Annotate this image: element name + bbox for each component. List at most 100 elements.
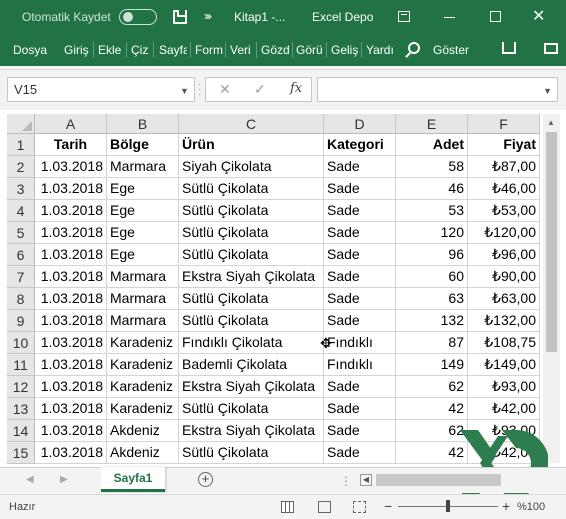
- row-header[interactable]: 3: [7, 178, 35, 200]
- table-cell[interactable]: Karadeniz: [107, 398, 179, 420]
- table-cell[interactable]: 120: [396, 222, 468, 244]
- tab-ciz[interactable]: Çiz: [131, 43, 148, 57]
- comments-icon[interactable]: [544, 43, 558, 54]
- row-header[interactable]: 11: [7, 354, 35, 376]
- table-cell[interactable]: 42: [396, 398, 468, 420]
- row-header[interactable]: 6: [7, 244, 35, 266]
- table-cell[interactable]: Ekstra Siyah Çikolata: [179, 266, 324, 288]
- tab-sayfa-duzeni[interactable]: Sayfa: [159, 43, 187, 57]
- table-cell[interactable]: Fındıklı: [324, 354, 396, 376]
- table-cell[interactable]: Sütlü Çikolata: [179, 288, 324, 310]
- table-cell[interactable]: 1.03.2018: [35, 288, 107, 310]
- table-cell[interactable]: 46: [396, 178, 468, 200]
- table-cell[interactable]: Sade: [324, 310, 396, 332]
- table-cell[interactable]: ₺120,00: [468, 222, 540, 244]
- sheet-next-icon[interactable]: ▶: [60, 474, 68, 485]
- table-cell[interactable]: Sütlü Çikolata: [179, 200, 324, 222]
- table-cell[interactable]: 62: [396, 376, 468, 398]
- scrollbar-thumb[interactable]: [546, 132, 557, 352]
- formula-input[interactable]: ▼: [317, 77, 558, 102]
- vertical-scrollbar[interactable]: ▲: [543, 114, 560, 463]
- share-icon[interactable]: [502, 42, 516, 54]
- minimize-icon[interactable]: [444, 17, 455, 18]
- table-cell[interactable]: Sütlü Çikolata: [179, 442, 324, 464]
- column-header-c[interactable]: C: [179, 114, 324, 134]
- table-cell[interactable]: Sütlü Çikolata: [179, 222, 324, 244]
- table-cell[interactable]: ₺42,00: [468, 398, 540, 420]
- table-cell[interactable]: Sütlü Çikolata: [179, 310, 324, 332]
- table-cell[interactable]: Marmara: [107, 266, 179, 288]
- tab-giris[interactable]: Giriş: [64, 43, 89, 57]
- table-cell[interactable]: Sade: [324, 266, 396, 288]
- table-cell[interactable]: Marmara: [107, 156, 179, 178]
- table-cell[interactable]: ₺87,00: [468, 156, 540, 178]
- table-cell[interactable]: Marmara: [107, 288, 179, 310]
- header-cell[interactable]: Kategori: [324, 134, 396, 156]
- table-cell[interactable]: Sade: [324, 222, 396, 244]
- row-header[interactable]: 7: [7, 266, 35, 288]
- table-cell[interactable]: ₺132,00: [468, 310, 540, 332]
- table-cell[interactable]: 1.03.2018: [35, 310, 107, 332]
- save-icon[interactable]: [173, 10, 187, 24]
- table-cell[interactable]: 1.03.2018: [35, 222, 107, 244]
- table-cell[interactable]: 1.03.2018: [35, 266, 107, 288]
- table-cell[interactable]: ₺93,00: [468, 376, 540, 398]
- table-cell[interactable]: Ekstra Siyah Çikolata: [179, 420, 324, 442]
- table-cell[interactable]: Fındıklı Çikolata: [179, 332, 324, 354]
- row-header[interactable]: 14: [7, 420, 35, 442]
- table-cell[interactable]: 1.03.2018: [35, 398, 107, 420]
- table-cell[interactable]: 53: [396, 200, 468, 222]
- row-header[interactable]: 2: [7, 156, 35, 178]
- column-header-b[interactable]: B: [107, 114, 179, 134]
- table-cell[interactable]: ₺90,00: [468, 266, 540, 288]
- table-cell[interactable]: 96: [396, 244, 468, 266]
- tab-gorunum[interactable]: Görü: [296, 43, 323, 57]
- table-cell[interactable]: 1.03.2018: [35, 354, 107, 376]
- table-cell[interactable]: Karadeniz: [107, 354, 179, 376]
- normal-view-icon[interactable]: [281, 501, 294, 513]
- add-sheet-icon[interactable]: +: [198, 472, 213, 487]
- insert-function-icon[interactable]: fx: [290, 81, 302, 96]
- table-cell[interactable]: 132: [396, 310, 468, 332]
- more-options-icon[interactable]: ⋮: [340, 474, 352, 488]
- tab-formuller[interactable]: Form: [195, 43, 223, 57]
- name-box[interactable]: V15: [7, 77, 195, 102]
- table-cell[interactable]: Karadeniz: [107, 332, 179, 354]
- table-cell[interactable]: Sade: [324, 420, 396, 442]
- column-header-d[interactable]: D: [324, 114, 396, 134]
- table-cell[interactable]: 1.03.2018: [35, 332, 107, 354]
- zoom-in-icon[interactable]: +: [502, 498, 510, 514]
- table-cell[interactable]: 1.03.2018: [35, 442, 107, 464]
- table-cell[interactable]: Karadeniz: [107, 376, 179, 398]
- column-header-f[interactable]: F: [468, 114, 540, 134]
- header-cell[interactable]: Adet: [396, 134, 468, 156]
- autosave-toggle[interactable]: [119, 9, 157, 25]
- table-cell[interactable]: 149: [396, 354, 468, 376]
- scroll-up-icon[interactable]: ▲: [547, 118, 555, 127]
- maximize-icon[interactable]: [490, 11, 501, 22]
- table-cell[interactable]: Sade: [324, 244, 396, 266]
- table-cell[interactable]: ₺63,00: [468, 288, 540, 310]
- page-break-view-icon[interactable]: [353, 501, 366, 513]
- table-cell[interactable]: Ege: [107, 222, 179, 244]
- column-header-e[interactable]: E: [396, 114, 468, 134]
- table-cell[interactable]: Sade: [324, 398, 396, 420]
- row-header[interactable]: 1: [7, 134, 35, 156]
- table-cell[interactable]: Sade: [324, 200, 396, 222]
- sheet-prev-icon[interactable]: ◀: [26, 474, 34, 485]
- table-cell[interactable]: Sade: [324, 288, 396, 310]
- table-cell[interactable]: ₺108,75: [468, 332, 540, 354]
- row-header[interactable]: 9: [7, 310, 35, 332]
- close-icon[interactable]: ✕: [532, 6, 545, 26]
- row-header[interactable]: 12: [7, 376, 35, 398]
- table-cell[interactable]: Sütlü Çikolata: [179, 398, 324, 420]
- table-cell[interactable]: 1.03.2018: [35, 200, 107, 222]
- table-cell[interactable]: 60: [396, 266, 468, 288]
- table-cell[interactable]: 1.03.2018: [35, 376, 107, 398]
- table-cell[interactable]: 1.03.2018: [35, 420, 107, 442]
- table-cell[interactable]: Sade: [324, 376, 396, 398]
- header-cell[interactable]: Ürün: [179, 134, 324, 156]
- table-cell[interactable]: Akdeniz: [107, 442, 179, 464]
- table-cell[interactable]: Ege: [107, 200, 179, 222]
- tab-gozden-gecir[interactable]: Gözd: [261, 43, 290, 57]
